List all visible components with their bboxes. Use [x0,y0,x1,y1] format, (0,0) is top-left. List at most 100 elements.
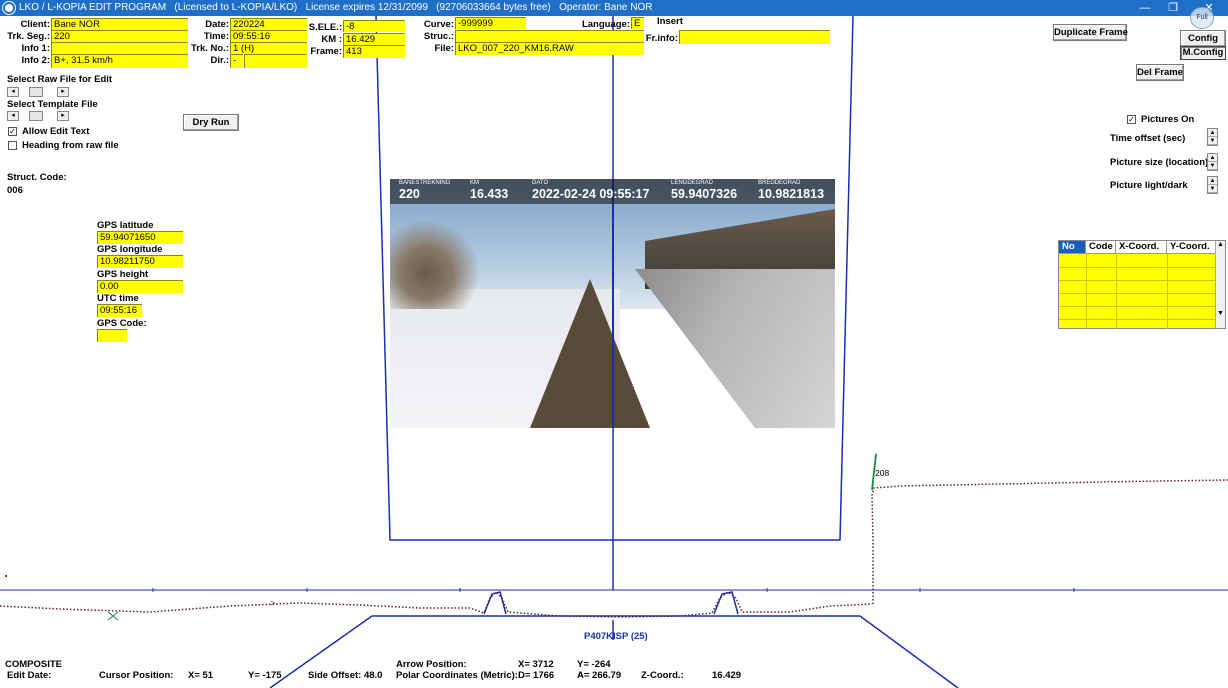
scroll-left-icon[interactable]: ◂ [7,87,19,97]
arrow-caret-icon: > [270,598,275,608]
pictures-on-checkbox[interactable]: ✓ [1127,115,1136,124]
frame-photo: BANESTREKNING 220 KM 16.433 DATO 2022-02… [390,179,835,428]
scroll-right-icon[interactable]: ▸ [57,111,69,121]
picture-light-label: Picture light/dark [1110,180,1188,191]
km-label: KM : [321,34,342,45]
info1-label: Info 1: [21,43,51,54]
trk-seg-field[interactable]: 220 [51,30,188,42]
dir-field-extra[interactable] [244,54,307,68]
config-button[interactable]: Config [1180,30,1226,47]
scroll-thumb[interactable] [29,111,43,121]
cursor-x-value: X= 51 [188,670,214,681]
scroll-down-icon[interactable]: ▼ [1216,310,1225,317]
maximize-button[interactable]: ❐ [1158,0,1188,16]
hud-breddegrad-value: 10.9821813 [758,187,825,201]
language-field[interactable]: E [631,17,644,29]
s-ele-field[interactable]: -8 [343,20,405,32]
info1-field[interactable] [51,42,188,54]
table-header-code[interactable]: Code [1086,241,1116,254]
edit-date-label: Edit Date: [7,670,52,681]
gps-longitude-field[interactable]: 10.98211750 [97,255,183,268]
picture-light-spinner[interactable]: ▲ ▼ [1207,176,1218,194]
photo-centre-line [612,179,614,428]
dir-field[interactable]: - [230,54,243,68]
spin-down-icon[interactable]: ▼ [1208,162,1217,170]
struct-code-label: Struct. Code: [7,172,67,183]
hud-banestrekning-label: BANESTREKNING [399,180,451,186]
time-field[interactable]: 09:55:16 [230,30,307,42]
picture-size-spinner[interactable]: ▲ ▼ [1207,153,1218,171]
duplicate-frame-button[interactable]: Duplicate Frame [1053,24,1128,41]
polar-d-value: D= 1766 [518,670,555,681]
spin-up-icon[interactable]: ▲ [1208,129,1217,137]
struc-field[interactable] [455,30,644,42]
fullscreen-icon[interactable]: Full [1190,7,1214,29]
struct-code-value: 006 [7,185,23,196]
utc-time-field[interactable]: 09:55:16 [97,304,142,317]
dry-run-button[interactable]: Dry Run [183,114,239,131]
profile-points [0,479,1228,618]
polar-a-value: A= 266.79 [577,670,622,681]
coordinates-table[interactable]: No Code X-Coord. Y-Coord. ▲ ▼ [1058,240,1226,329]
curve-field[interactable]: -999999 [455,17,526,29]
table-header-x[interactable]: X-Coord. [1116,241,1167,254]
curve-label: Curve: [423,19,454,30]
spin-down-icon[interactable]: ▼ [1208,137,1217,145]
scroll-left-icon[interactable]: ◂ [7,111,19,121]
select-template-file-label: Select Template File [7,99,98,110]
hud-km-value: 16.433 [470,187,509,201]
info2-label: Info 2: [21,55,51,66]
picture-size-label: Picture size (location) [1110,157,1209,168]
km-field[interactable]: 16.429 [343,33,405,45]
gps-latitude-field[interactable]: 59.94071650 [97,231,183,244]
spin-up-icon[interactable]: ▲ [1208,154,1217,162]
minimize-button[interactable]: — [1130,0,1160,16]
z-coord-value: 16.429 [712,670,742,681]
heading-from-raw-label: Heading from raw file [22,140,119,151]
trk-no-field[interactable]: 1 (H) [230,42,307,54]
pictures-on-label: Pictures On [1141,114,1195,125]
file-field[interactable]: LKO_007_220_KM16.RAW [455,42,644,55]
fr-info-label: Fr.info: [645,33,678,44]
template-file-scrollbar[interactable]: ◂ ▸ [7,111,69,121]
table-header-no[interactable]: No [1059,241,1086,254]
gps-code-field[interactable] [97,329,127,342]
gps-height-field[interactable]: 0.00 [97,280,183,293]
frame-label: Frame: [310,46,342,57]
cursor-position-label: Cursor Position: [99,670,174,681]
baseline-ticks [152,588,1075,592]
hud-breddegrad-label: BREDDEGRAD [758,180,801,186]
select-raw-file-label: Select Raw File for Edit [7,74,113,85]
frame-field[interactable]: 413 [343,45,405,58]
time-offset-label: Time offset (sec) [1110,133,1186,144]
scroll-right-icon[interactable]: ▸ [57,87,69,97]
x-marker-icon [107,611,119,621]
spin-down-icon[interactable]: ▼ [1208,185,1217,193]
profile-marker-label: 208 [875,468,890,478]
scroll-thumb[interactable] [29,87,43,97]
fr-info-field[interactable] [679,30,830,44]
side-offset-value: Side Offset: 48.0 [308,670,383,681]
del-frame-button[interactable]: Del Frame [1136,64,1184,81]
m-config-button[interactable]: M.Config [1180,46,1226,60]
struc-label: Struc.: [423,31,454,42]
trk-no-label: Trk. No.: [190,43,229,54]
allow-edit-text-checkbox[interactable]: ✓ [8,127,17,136]
hud-lengdegrad-value: 59.9407326 [671,187,738,201]
heading-from-raw-checkbox[interactable] [8,141,17,150]
scroll-up-icon[interactable]: ▲ [1216,241,1225,248]
table-header-y[interactable]: Y-Coord. [1167,241,1217,254]
insert-label[interactable]: Insert [657,16,683,28]
time-offset-spinner[interactable]: ▲ ▼ [1207,128,1218,146]
info2-field[interactable]: B+, 31.5 km/h [51,54,188,68]
client-field[interactable]: Bane NOR [51,18,188,30]
s-ele-label: S.ELE.: [308,22,342,33]
date-field[interactable]: 220224 [230,18,307,30]
cursor-y-value: Y= -175 [248,670,282,681]
table-scrollbar[interactable]: ▲ ▼ [1215,241,1225,328]
raw-file-scrollbar[interactable]: ◂ ▸ [7,87,69,97]
client-label: Client: [20,19,50,30]
app-icon [3,2,15,14]
spin-up-icon[interactable]: ▲ [1208,177,1217,185]
hud-banestrekning-value: 220 [399,187,420,201]
